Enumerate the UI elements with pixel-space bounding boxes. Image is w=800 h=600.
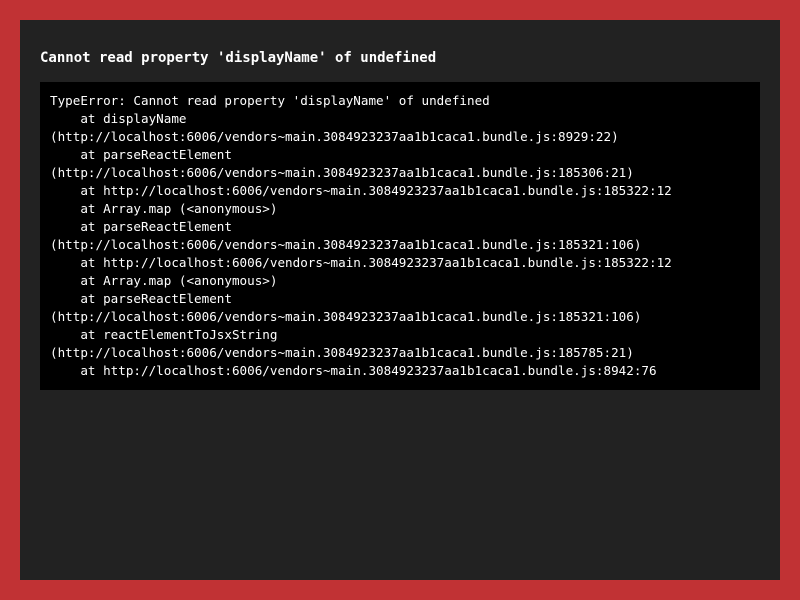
stack-trace-line: at http://localhost:6006/vendors~main.30…	[50, 255, 672, 270]
stack-trace-line: (http://localhost:6006/vendors~main.3084…	[50, 237, 642, 252]
stack-trace-line: (http://localhost:6006/vendors~main.3084…	[50, 309, 642, 324]
stack-trace-line: at parseReactElement	[50, 147, 232, 162]
stack-trace-line: (http://localhost:6006/vendors~main.3084…	[50, 129, 619, 144]
stack-trace-line: at http://localhost:6006/vendors~main.30…	[50, 183, 672, 198]
stack-trace-line: (http://localhost:6006/vendors~main.3084…	[50, 165, 634, 180]
stack-trace-line: at parseReactElement	[50, 219, 232, 234]
stack-trace-line: at displayName	[50, 111, 187, 126]
stack-trace-line: at reactElementToJsxString	[50, 327, 278, 342]
stack-trace-line: at Array.map (<anonymous>)	[50, 201, 278, 216]
error-title: Cannot read property 'displayName' of un…	[40, 50, 437, 66]
stack-trace: TypeError: Cannot read property 'display…	[40, 82, 760, 390]
stack-trace-line: at http://localhost:6006/vendors~main.30…	[50, 363, 657, 378]
stack-trace-line: (http://localhost:6006/vendors~main.3084…	[50, 345, 634, 360]
error-overlay-panel: Cannot read property 'displayName' of un…	[20, 20, 780, 580]
stack-trace-line: TypeError: Cannot read property 'display…	[50, 93, 490, 108]
stack-trace-line: at Array.map (<anonymous>)	[50, 273, 278, 288]
stack-trace-line: at parseReactElement	[50, 291, 232, 306]
